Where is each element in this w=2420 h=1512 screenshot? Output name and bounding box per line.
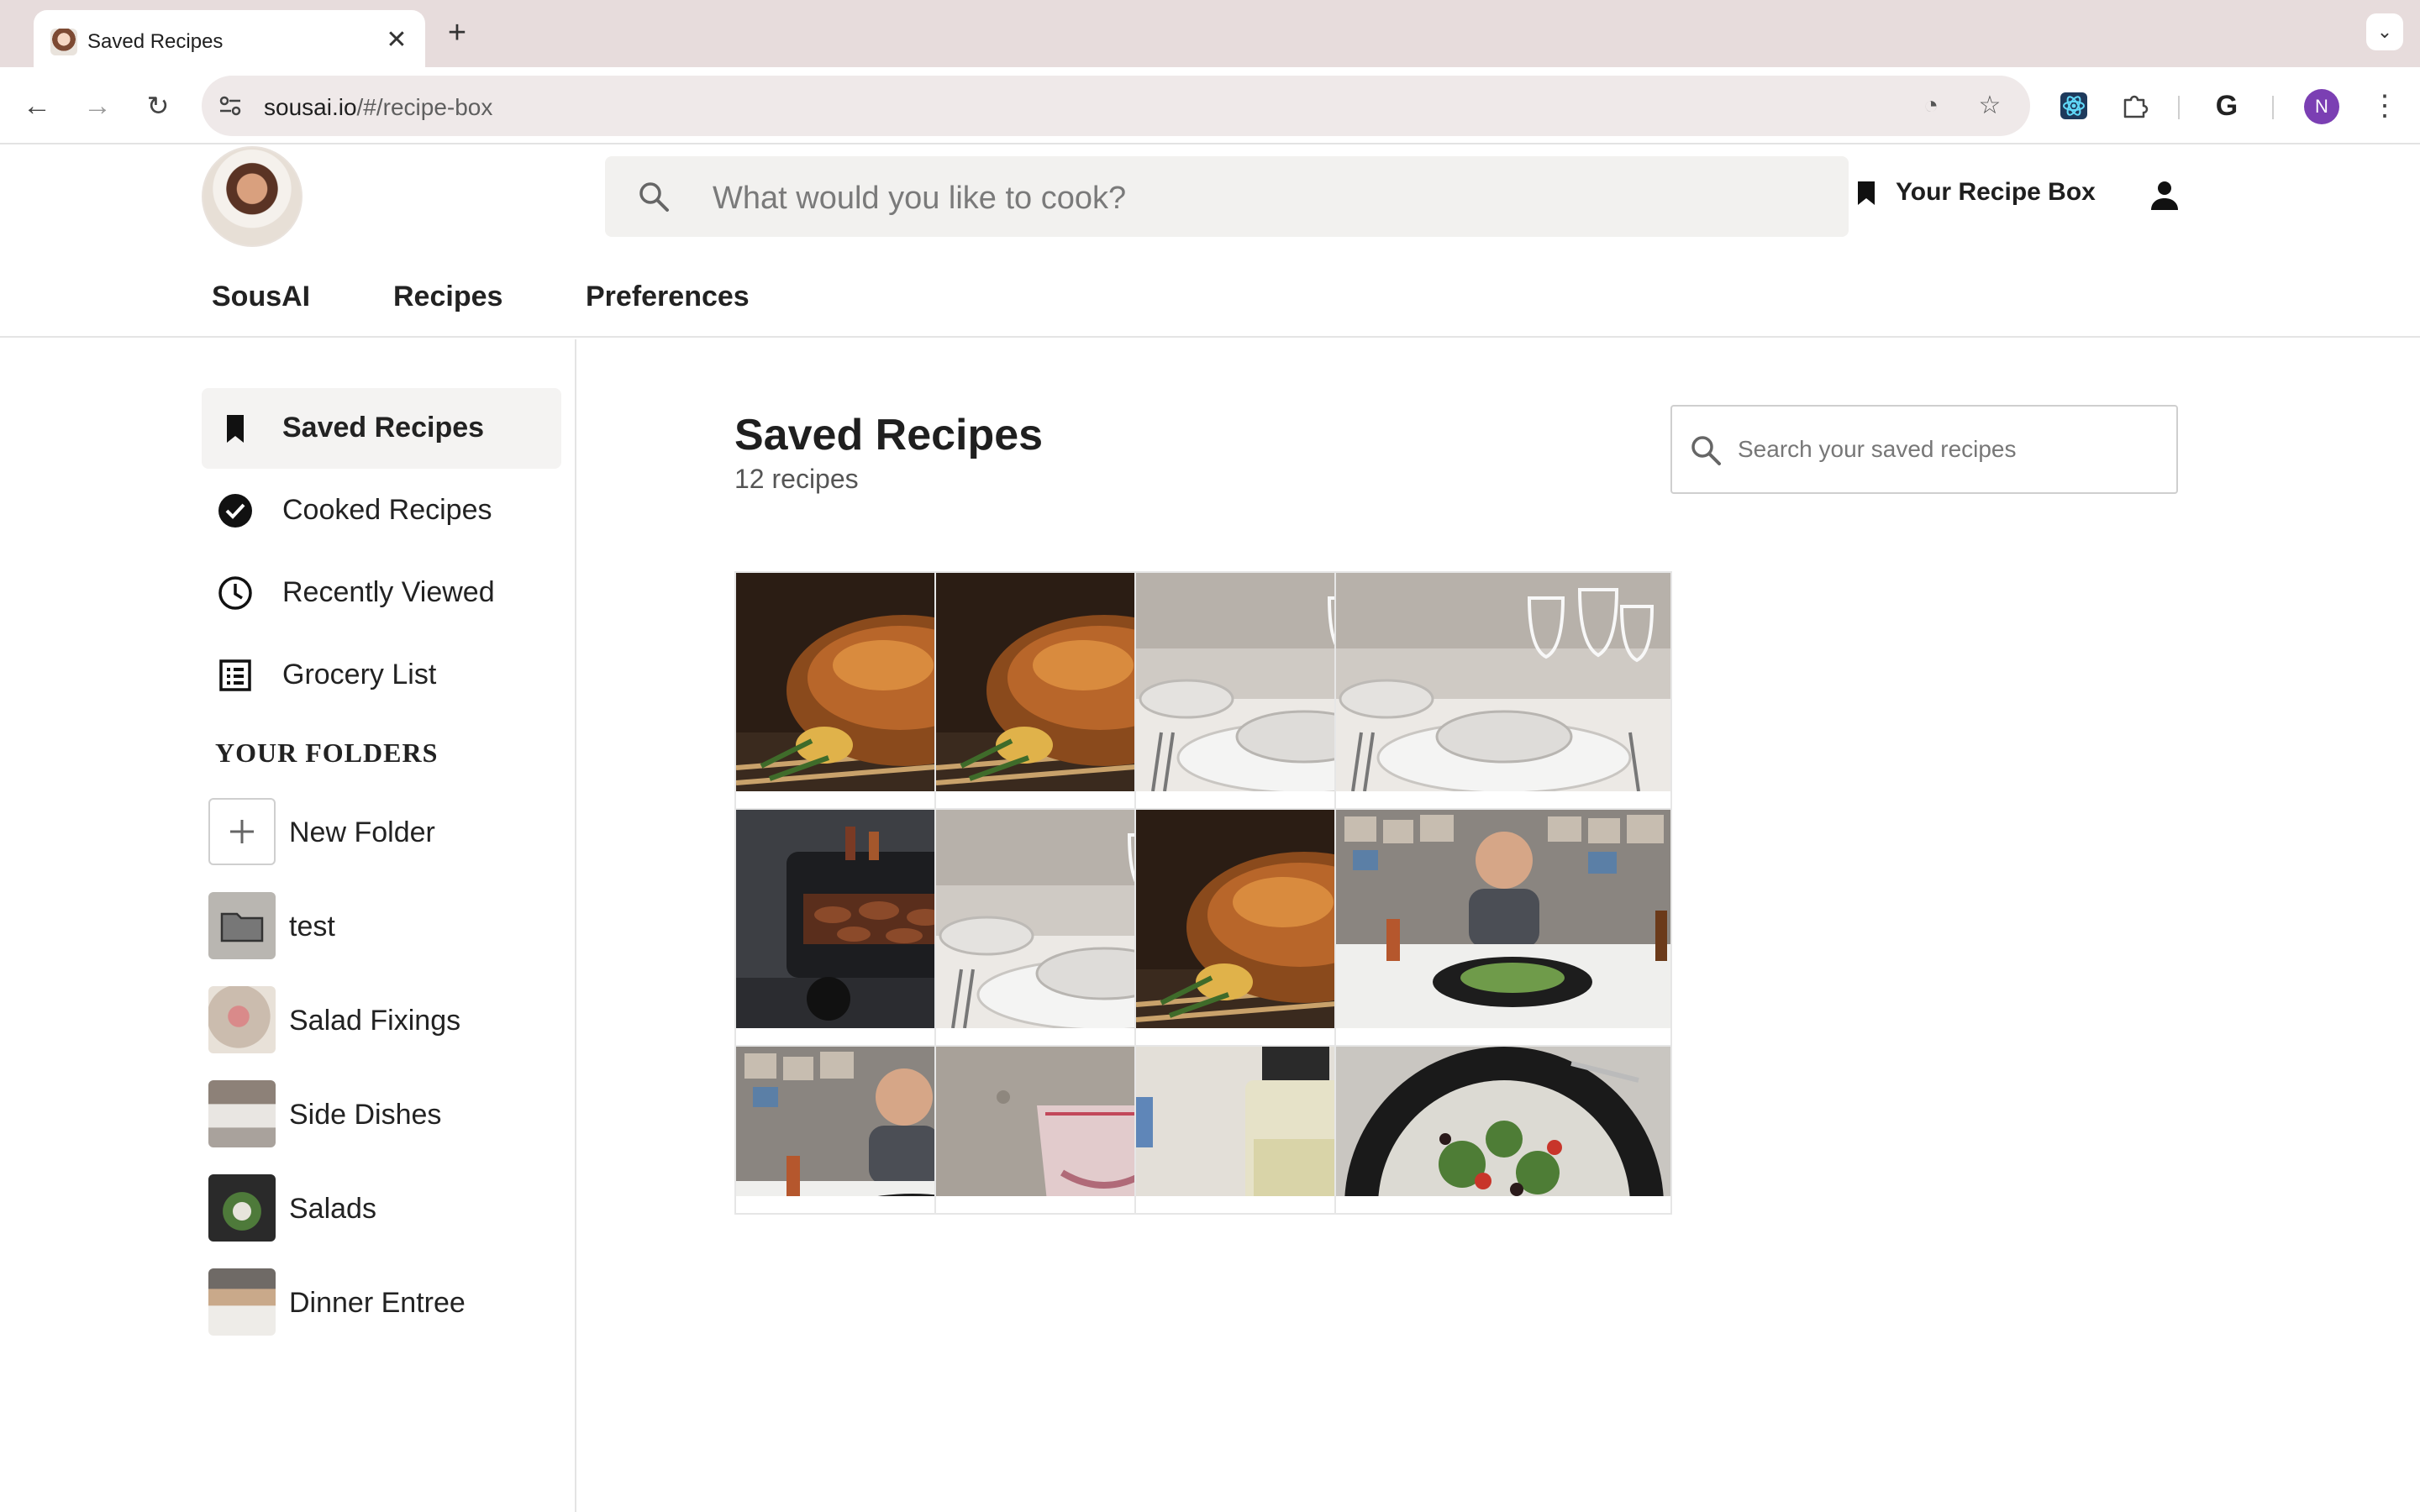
sidebar-item-label: Recently Viewed <box>282 576 495 608</box>
extensions-puzzle-icon[interactable] <box>2114 86 2154 126</box>
list-icon <box>219 659 251 691</box>
new-tab-icon[interactable]: + <box>440 17 474 50</box>
sidebar-item-grocery-list[interactable]: Grocery List <box>202 635 561 716</box>
sidebar-item-label: Grocery List <box>282 659 437 690</box>
nav-sousai[interactable]: SousAI <box>212 281 310 313</box>
app-header: Your Recipe Box SousAI Recipes Preferenc… <box>0 146 2420 338</box>
search-icon <box>639 182 669 212</box>
folder-test[interactable]: test <box>208 892 561 963</box>
recipe-image-salad-plate[interactable] <box>1336 1047 1670 1196</box>
forward-icon[interactable]: → <box>77 86 118 126</box>
folder-label: Salad Fixings <box>289 1005 461 1037</box>
folder-icon <box>208 892 276 959</box>
toolbar-divider <box>2272 96 2274 119</box>
your-folders-heading: YOUR FOLDERS <box>215 738 439 768</box>
toolbar-divider <box>2178 96 2180 119</box>
address-bar[interactable]: sousai.io/#/recipe-box ◔ ☆ <box>202 76 2030 136</box>
recipe-count: 12 recipes <box>734 464 859 494</box>
folder-thumbnail <box>208 986 276 1053</box>
recipe-card[interactable] <box>1334 1045 1672 1196</box>
new-folder-button[interactable]: New Folder <box>208 798 561 869</box>
folder-thumbnail <box>208 1268 276 1336</box>
tab-search-chevron-icon[interactable]: ⌄ <box>2366 13 2403 50</box>
bookmark-star-icon[interactable]: ☆ <box>1975 91 2005 121</box>
browser-toolbar: ← → ↻ sousai.io/#/recipe-box ◔ ☆ G N ⋮ <box>0 67 2420 144</box>
folder-label: Dinner Entree <box>289 1287 466 1319</box>
folder-thumbnail <box>208 1080 276 1147</box>
google-icon[interactable]: G <box>2207 86 2247 126</box>
your-recipe-box-link[interactable]: Your Recipe Box <box>1857 178 2096 212</box>
browser-tabstrip: Saved Recipes ✕ + ⌄ <box>0 0 2420 67</box>
folder-label: Side Dishes <box>289 1099 442 1131</box>
url-text[interactable]: sousai.io/#/recipe-box <box>264 94 492 121</box>
profile-avatar[interactable]: N <box>2304 89 2339 124</box>
sidebar-item-saved-recipes[interactable]: Saved Recipes <box>202 388 561 469</box>
folder-thumbnail <box>208 1174 276 1242</box>
folder-label: test <box>289 911 335 942</box>
sidebar-item-label: Cooked Recipes <box>282 494 492 526</box>
sousai-chef-logo[interactable] <box>202 146 302 247</box>
browser-tab[interactable]: Saved Recipes ✕ <box>34 10 425 67</box>
url-path: /#/recipe-box <box>356 94 493 120</box>
nav-preferences[interactable]: Preferences <box>586 281 750 313</box>
browser-menu-icon[interactable]: ⋮ <box>2365 86 2405 126</box>
recipe-image-table-setting[interactable] <box>1336 573 1670 791</box>
user-account-icon[interactable] <box>2148 178 2181 212</box>
sidebar-item-recently-viewed[interactable]: Recently Viewed <box>202 553 561 633</box>
nav-recipes[interactable]: Recipes <box>393 281 502 313</box>
performance-icon[interactable]: ◔ <box>1916 91 1946 121</box>
sousai-favicon-icon <box>50 29 77 55</box>
bookmark-icon <box>1858 181 1875 206</box>
folder-salad-fixings[interactable]: Salad Fixings <box>208 986 561 1057</box>
saved-recipes-main: Saved Recipes 12 recipes Organic Chicken… <box>578 339 2420 1512</box>
search-icon <box>1691 436 1721 465</box>
clock-icon <box>218 576 252 610</box>
folder-dinner-entree[interactable]: Dinner Entree <box>208 1268 561 1339</box>
saved-recipes-search[interactable] <box>1670 405 2178 494</box>
url-host: sousai.io <box>264 94 357 120</box>
page-title: Saved Recipes <box>734 411 1044 459</box>
recipe-box-sidebar: Saved Recipes Cooked Recipes Recently Vi… <box>0 339 576 1512</box>
sidebar-item-cooked-recipes[interactable]: Cooked Recipes <box>202 470 561 551</box>
saved-recipes-search-input[interactable] <box>1738 432 2158 467</box>
sidebar-item-label: Saved Recipes <box>282 412 485 444</box>
folder-side-dishes[interactable]: Side Dishes <box>208 1080 561 1151</box>
react-devtools-extension-icon[interactable] <box>2054 86 2094 126</box>
close-tab-icon[interactable]: ✕ <box>381 25 412 55</box>
your-recipe-box-label: Your Recipe Box <box>1896 178 2096 206</box>
folder-label: Salads <box>289 1193 376 1225</box>
recipe-image-dinner-photo[interactable] <box>1336 810 1670 1028</box>
new-folder-label: New Folder <box>289 816 435 848</box>
plus-icon <box>208 798 276 865</box>
site-info-icon[interactable] <box>217 92 244 119</box>
bookmark-icon <box>227 415 244 443</box>
recipe-search-input[interactable] <box>713 180 1805 217</box>
back-icon[interactable]: ← <box>17 86 57 126</box>
recipe-search-bar[interactable] <box>605 156 1849 237</box>
tab-title: Saved Recipes <box>87 30 224 53</box>
folder-salads[interactable]: Salads <box>208 1174 561 1245</box>
check-circle-icon <box>218 494 252 528</box>
reload-icon[interactable]: ↻ <box>138 86 178 126</box>
